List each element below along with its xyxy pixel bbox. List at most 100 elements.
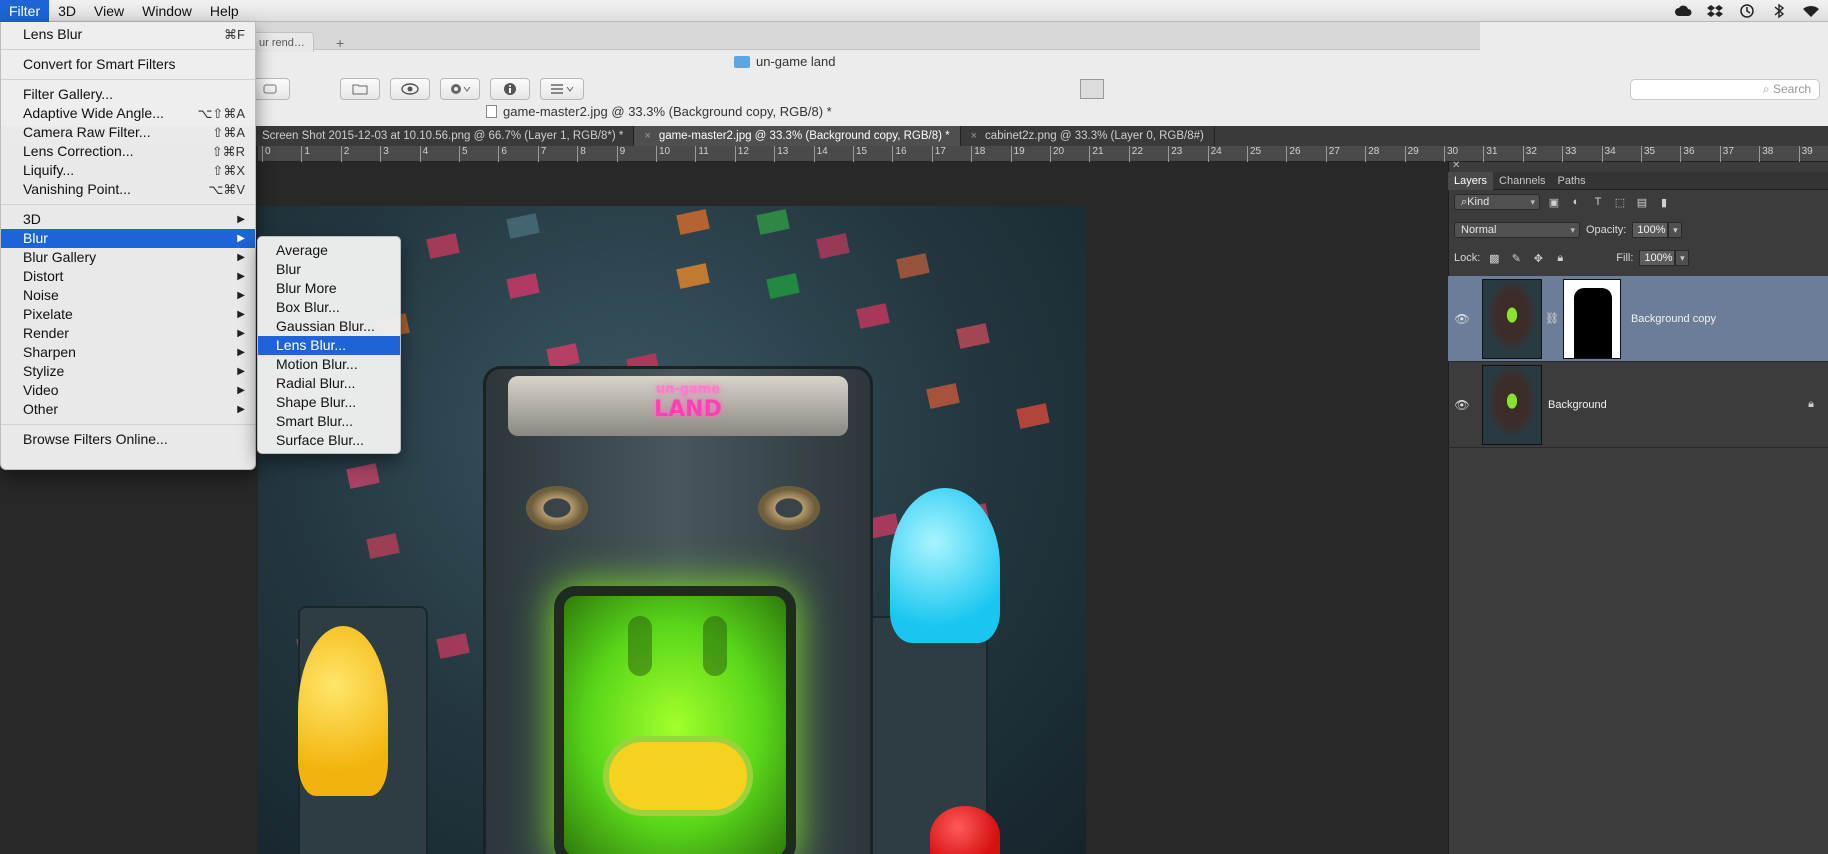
panel-close-icon[interactable]: ✕: [1452, 160, 1460, 171]
light-tile: [366, 533, 400, 559]
fill-dropdown-icon[interactable]: ▾: [1675, 250, 1690, 266]
arrange-button[interactable]: [540, 78, 584, 100]
filter-menu-item[interactable]: Convert for Smart Filters: [1, 55, 255, 74]
filter-menu-item[interactable]: Adaptive Wide Angle... ⌥⇧⌘A: [1, 104, 255, 123]
menu-filter[interactable]: Filter: [0, 0, 50, 22]
lock-transparent-icon[interactable]: ▩: [1486, 250, 1502, 266]
layer-row-background[interactable]: 👁︎ Background 🔒︎: [1448, 362, 1828, 448]
ruler-tick: 23: [1168, 146, 1182, 162]
blend-mode-select[interactable]: Normal: [1454, 222, 1580, 238]
new-folder-button[interactable]: [340, 78, 380, 100]
finder-tab[interactable]: ur rend…: [250, 32, 314, 52]
pixel-filter-icon[interactable]: ▣: [1546, 194, 1562, 210]
filter-menu-item[interactable]: Filter Gallery...: [1, 85, 255, 104]
menu-view[interactable]: View: [85, 0, 133, 22]
light-tile: [346, 463, 380, 489]
quick-look-button[interactable]: [390, 78, 430, 100]
filter-toggle-icon[interactable]: ▮: [1656, 194, 1672, 210]
search-input[interactable]: ⌕ Search: [1630, 79, 1820, 100]
wifi-icon[interactable]: [1802, 3, 1820, 19]
filter-menu-item[interactable]: Browse Filters Online...: [1, 430, 255, 449]
filter-menu-item[interactable]: Noise ▶: [1, 286, 255, 305]
layer-name: Background copy: [1630, 312, 1716, 325]
close-tab-icon[interactable]: ×: [644, 126, 650, 146]
menu-help[interactable]: Help: [201, 0, 248, 22]
blur-submenu-item[interactable]: Lens Blur...: [258, 336, 400, 355]
layer-thumbnail: [1482, 278, 1542, 359]
kind-filter-select[interactable]: ⌕Kind: [1454, 194, 1540, 210]
filter-menu-item[interactable]: Lens Correction... ⇧⌘R: [1, 142, 255, 161]
visibility-eye-icon[interactable]: 👁︎: [1454, 312, 1470, 326]
new-tab-button[interactable]: +: [336, 35, 344, 51]
bluetooth-icon[interactable]: [1770, 3, 1788, 19]
tab-channels[interactable]: Channels: [1493, 172, 1551, 190]
search-placeholder: Search: [1772, 82, 1811, 96]
smart-object-filter-icon[interactable]: ▤: [1634, 194, 1650, 210]
lock-position-icon[interactable]: ✥: [1530, 250, 1546, 266]
finder-toolbar: [250, 76, 584, 102]
blur-submenu-item[interactable]: Gaussian Blur...: [258, 317, 400, 336]
filter-menu-item[interactable]: Sharpen ▶: [1, 343, 255, 362]
type-filter-icon[interactable]: T: [1590, 194, 1606, 210]
blur-submenu-item[interactable]: Surface Blur...: [258, 431, 400, 450]
blur-submenu-item[interactable]: Average: [258, 241, 400, 260]
filter-menu-item[interactable]: Video ▶: [1, 381, 255, 400]
filter-menu-item[interactable]: Blur ▶: [1, 229, 255, 248]
get-info-button[interactable]: [490, 78, 530, 100]
adjustment-filter-icon[interactable]: ◐: [1568, 194, 1584, 210]
back-button[interactable]: [250, 78, 290, 100]
menu-item-label: Noise: [23, 287, 59, 303]
lock-all-icon[interactable]: 🔒︎: [1552, 250, 1568, 266]
layer-row-background-copy[interactable]: 👁︎ ⛓︎ Background copy: [1448, 276, 1828, 362]
menu-item-label: Browse Filters Online...: [23, 431, 168, 447]
ruler-tick: 21: [1089, 146, 1104, 162]
filter-menu-item[interactable]: Render ▶: [1, 324, 255, 343]
ruler-tick: 31: [1483, 146, 1498, 162]
blur-submenu-item[interactable]: Radial Blur...: [258, 374, 400, 393]
tab-layers[interactable]: Layers: [1448, 172, 1494, 190]
menu-item-label: Lens Blur: [23, 26, 83, 42]
dropbox-icon[interactable]: [1706, 3, 1724, 19]
filter-menu-item[interactable]: Vanishing Point... ⌥⌘V: [1, 180, 255, 199]
filter-menu-item[interactable]: Liquify... ⇧⌘X: [1, 161, 255, 180]
blur-submenu-item[interactable]: Smart Blur...: [258, 412, 400, 431]
blur-submenu-item[interactable]: Blur: [258, 260, 400, 279]
visibility-eye-icon[interactable]: 👁︎: [1454, 398, 1470, 412]
filter-menu-item[interactable]: Lens Blur ⌘F: [1, 25, 255, 44]
blur-submenu-item[interactable]: Blur More: [258, 279, 400, 298]
opacity-dropdown-icon[interactable]: ▾: [1668, 222, 1683, 238]
layer-mask-thumbnail[interactable]: [1562, 278, 1621, 359]
filter-menu-item[interactable]: Distort ▶: [1, 267, 255, 286]
ruler-tick: 22: [1128, 146, 1143, 162]
filter-menu-item[interactable]: 3D ▶: [1, 210, 255, 229]
ruler-tick: 38: [1759, 146, 1773, 162]
tab-paths[interactable]: Paths: [1552, 172, 1592, 190]
menu-window[interactable]: Window: [133, 0, 201, 22]
filter-menu-item[interactable]: Stylize ▶: [1, 362, 255, 381]
creative-cloud-icon[interactable]: [1674, 3, 1692, 19]
time-machine-icon[interactable]: [1738, 3, 1756, 19]
menu-3d[interactable]: 3D: [49, 0, 85, 22]
filter-menu-item[interactable]: Blur Gallery ▶: [1, 248, 255, 267]
shape-filter-icon[interactable]: ⬚: [1612, 194, 1628, 210]
filter-menu-item[interactable]: Camera Raw Filter... ⇧⌘A: [1, 123, 255, 142]
ruler-tick: 33: [1562, 146, 1576, 162]
menu-item-label: Sharpen: [23, 344, 76, 360]
fill-label: Fill:: [1616, 252, 1634, 264]
doc-tab-cabinet[interactable]: × cabinet2z.png @ 33.3% (Layer 0, RGB/8#…: [961, 126, 1215, 146]
lock-image-icon[interactable]: ✎: [1508, 250, 1524, 266]
filter-menu-item[interactable]: Pixelate ▶: [1, 305, 255, 324]
close-tab-icon[interactable]: ×: [971, 126, 977, 146]
photoshop-file-icon[interactable]: [1080, 79, 1104, 99]
doc-tab-game-master[interactable]: × game-master2.jpg @ 33.3% (Background c…: [634, 126, 961, 146]
filter-menu: Lens Blur ⌘F Convert for Smart Filters Filt…: [0, 22, 256, 470]
blur-submenu-item[interactable]: Shape Blur...: [258, 393, 400, 412]
action-gear-button[interactable]: [440, 78, 480, 100]
ruler-tick: 29: [1404, 146, 1419, 162]
fill-field[interactable]: 100%: [1639, 250, 1676, 266]
blur-submenu-item[interactable]: Motion Blur...: [258, 355, 400, 374]
blur-submenu-item[interactable]: Box Blur...: [258, 298, 400, 317]
filter-menu-item[interactable]: Other ▶: [1, 400, 255, 419]
mask-link-icon[interactable]: ⛓︎: [1545, 312, 1559, 325]
opacity-field[interactable]: 100%: [1632, 222, 1669, 238]
